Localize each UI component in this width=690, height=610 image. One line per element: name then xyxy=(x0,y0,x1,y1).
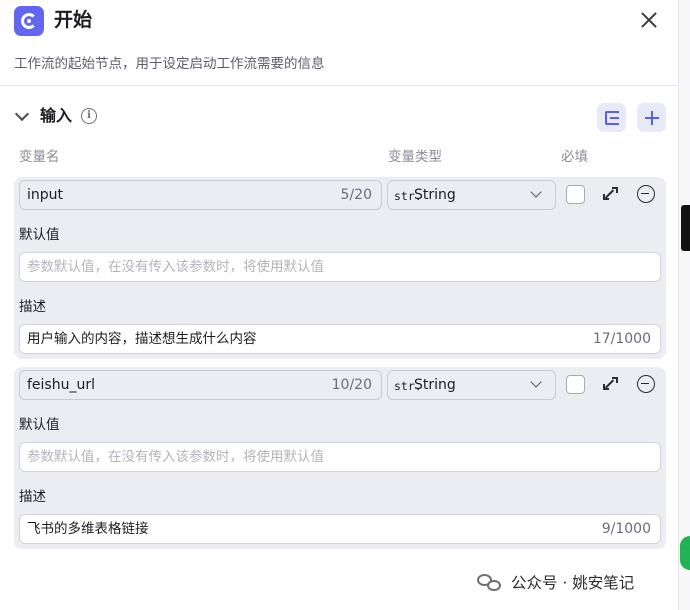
description-label: 描述 xyxy=(19,299,46,315)
variable-name-value: feishu_url xyxy=(27,377,95,393)
default-value-input[interactable]: 参数默认值，在没有传入该参数时，将使用默认值 xyxy=(19,442,661,472)
variable-name-value: input xyxy=(27,187,64,203)
start-node-icon xyxy=(14,6,44,36)
description-input[interactable]: 用户输入的内容，描述想生成什么内容 17/1000 xyxy=(19,324,661,354)
watermark-text: 公众号 · 姚安笔记 xyxy=(511,574,635,592)
variable-name-count: 10/20 xyxy=(331,377,372,393)
variable-name-count: 5/20 xyxy=(340,187,372,203)
description-count: 17/1000 xyxy=(592,331,651,347)
variable-type-select[interactable]: str. String xyxy=(387,370,556,400)
plus-icon xyxy=(644,110,659,125)
default-value-label: 默认值 xyxy=(19,227,60,243)
description-value: 飞书的多维表格链接 xyxy=(27,521,149,537)
variable-type-select[interactable]: str. String xyxy=(387,180,556,210)
default-value-placeholder: 参数默认值，在没有传入该参数时，将使用默认值 xyxy=(27,259,324,275)
section-title: 输入 xyxy=(40,106,73,125)
variable-name-input[interactable]: input 5/20 xyxy=(19,180,382,210)
panel-description: 工作流的起始节点，用于设定启动工作流需要的信息 xyxy=(14,56,325,72)
input-section-header: 输入 i xyxy=(0,100,678,134)
remove-circle-icon[interactable] xyxy=(637,185,655,203)
canvas-node-edge xyxy=(681,205,690,251)
chevron-down-icon xyxy=(531,188,541,198)
background-canvas-edge xyxy=(678,0,690,610)
variable-card: input 5/20 str. String 默认值 参数默认值，在没有传入该参… xyxy=(14,177,666,359)
collapse-icon[interactable] xyxy=(602,375,620,393)
default-value-label: 默认值 xyxy=(19,417,60,433)
canvas-node-edge-green xyxy=(680,536,690,570)
column-header-required: 必填 xyxy=(561,149,588,165)
type-value: String xyxy=(414,187,456,203)
description-input[interactable]: 飞书的多维表格链接 9/1000 xyxy=(19,514,661,544)
type-value: String xyxy=(414,377,456,393)
import-button[interactable] xyxy=(597,103,626,132)
variable-name-input[interactable]: feishu_url 10/20 xyxy=(19,370,382,400)
column-header-type: 变量类型 xyxy=(388,149,442,165)
panel-header: 开始 工作流的起始节点，用于设定启动工作流需要的信息 xyxy=(0,0,678,86)
info-circle-icon[interactable]: i xyxy=(81,108,97,124)
chevron-down-icon xyxy=(531,378,541,388)
required-checkbox[interactable] xyxy=(566,185,585,204)
panel-title: 开始 xyxy=(54,9,93,31)
collapse-icon[interactable] xyxy=(602,185,620,203)
close-icon[interactable] xyxy=(637,8,661,32)
default-value-placeholder: 参数默认值，在没有传入该参数时，将使用默认值 xyxy=(27,449,324,465)
wechat-icon xyxy=(477,572,503,592)
variable-card: feishu_url 10/20 str. String 默认值 参数默认值，在… xyxy=(14,367,666,549)
remove-circle-icon[interactable] xyxy=(637,375,655,393)
chevron-down-icon[interactable] xyxy=(15,109,29,123)
description-label: 描述 xyxy=(19,489,46,505)
watermark: 公众号 · 姚安笔记 xyxy=(477,571,634,593)
description-value: 用户输入的内容，描述想生成什么内容 xyxy=(27,331,257,347)
column-header-name: 变量名 xyxy=(19,149,60,165)
start-node-panel: 开始 工作流的起始节点，用于设定启动工作流需要的信息 输入 i 变量名 变量类型… xyxy=(0,0,678,610)
default-value-input[interactable]: 参数默认值，在没有传入该参数时，将使用默认值 xyxy=(19,252,661,282)
required-checkbox[interactable] xyxy=(566,375,585,394)
description-count: 9/1000 xyxy=(601,521,651,537)
import-icon xyxy=(604,110,619,125)
add-variable-button[interactable] xyxy=(637,103,666,132)
